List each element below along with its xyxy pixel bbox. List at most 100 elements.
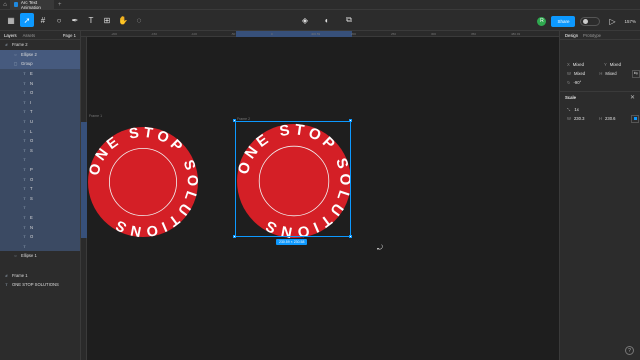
boolean-icon[interactable]: ⧉ [342,13,356,27]
component-icon[interactable]: ◈ [298,13,312,27]
move-tool-icon[interactable]: ➚ [20,13,34,27]
layer-row[interactable] [0,261,80,271]
rotation-field[interactable]: ↻ -90° [567,80,600,85]
pen-tool-icon[interactable]: ✒ [68,13,82,27]
layer-label: S [30,147,33,153]
share-button[interactable]: Share [551,15,576,27]
toolbar: ▦ ➚ # ○ ✒ T ⊞ ✋ ◌ ◈ ◐ ⧉ R Share ▷ 157% [0,10,640,31]
tab-prototype[interactable]: Prototype [583,33,601,38]
x-field[interactable]: X Mixed [567,62,600,67]
layer-label: T [30,186,33,192]
layer-row[interactable]: TE [0,68,80,79]
file-tab-title: Arc Text Animation [20,0,41,10]
layer-row[interactable]: # Frame 2 [0,40,80,50]
scale-w-field[interactable]: W 230.3 [567,116,595,121]
home-icon[interactable]: ⌂ [0,0,10,10]
layer-label: ONE STOP SOLUTIONS [12,282,59,288]
page-selector[interactable]: Page 1 [63,33,76,38]
layer-row[interactable]: ○ Ellipse 2 [0,49,80,60]
layer-label: T [30,109,33,115]
layer-row[interactable]: TL [0,126,80,136]
present-icon[interactable]: ▷ [605,14,619,28]
text-layer-icon: T [23,205,26,211]
badge-frame-1[interactable]: ONE STOP SOLUTIONS [87,126,199,238]
layers-panel: Layers Assets Page 1 # Frame 2 ○ Ellipse 2 ▢… [0,31,81,360]
text-layer-icon: T [23,234,26,240]
ruler-tick-label: 300 [431,32,437,36]
group-layer-icon: ▢ [13,61,18,67]
layer-row[interactable]: TO [0,87,80,98]
layer-row[interactable]: TT [0,107,80,117]
layer-label: Frame 2 [12,42,28,48]
y-field[interactable]: Y Mixed [604,62,637,67]
selection-box[interactable] [235,121,351,237]
tab-layers[interactable]: Layers [4,33,17,38]
canvas[interactable]: -200 -150 -100 -50 0 400.59 200 250 300 350 480.93… [81,31,559,360]
file-tab[interactable]: Arc Text Animation [10,0,54,10]
mask-icon[interactable]: ◐ [320,13,334,27]
layer-row[interactable]: T [0,155,80,165]
ruler-tick-label: 350 [471,32,477,36]
new-tab-icon[interactable]: + [58,2,62,8]
layer-label: N [30,224,34,230]
text-tool-icon[interactable]: T [84,13,98,27]
layer-label: Ellipse 1 [21,253,37,259]
h-field[interactable]: H Mixed [599,71,627,76]
dev-mode-toggle[interactable] [580,16,601,26]
tab-assets[interactable]: Assets [23,33,36,38]
text-layer-icon: T [23,224,26,230]
frame-layer-icon: # [5,272,8,278]
layer-row[interactable]: TU [0,116,80,127]
zoom-level[interactable]: 157% [624,19,636,24]
main-menu-icon[interactable]: ▦ [4,13,18,27]
resize-handle-tl[interactable] [233,119,236,122]
layer-row[interactable]: T ONE STOP SOLUTIONS [0,280,80,290]
badge-inner-circle[interactable] [109,148,177,216]
layer-row[interactable]: TP [0,164,80,175]
ruler-selection-range [236,31,352,37]
layer-row[interactable]: TO [0,231,80,242]
avatar[interactable]: R [537,16,547,26]
layer-row[interactable]: TO [0,135,80,146]
layer-row[interactable]: TN [0,78,80,88]
w-field[interactable]: W Mixed [567,71,595,76]
layer-row[interactable]: T [0,241,80,252]
shape-tool-icon[interactable]: ○ [52,13,66,27]
ruler-tick-label: 0 [271,32,273,36]
help-icon[interactable]: ? [625,346,634,355]
tab-design[interactable]: Design [565,33,578,38]
resize-handle-br[interactable] [349,235,352,238]
layer-row[interactable]: T [0,203,80,213]
w-value: Mixed [573,71,586,76]
scale-anchor-icon[interactable] [631,114,639,123]
scale-factor[interactable]: 1x [574,107,578,112]
layer-row[interactable]: TT [0,183,80,194]
h-value: Mixed [605,71,617,76]
layer-row[interactable]: TO [0,174,80,184]
layer-row[interactable]: ▢ Group [0,59,80,69]
text-layer-icon: T [23,195,26,201]
layer-row[interactable]: TI [0,97,80,108]
layer-row[interactable]: TE [0,212,80,223]
comment-tool-icon[interactable]: ◌ [132,13,146,27]
layer-row[interactable]: TS [0,145,80,156]
layer-label: Frame 1 [12,272,28,278]
resize-handle-tr[interactable] [349,119,352,122]
frame-tool-icon[interactable]: # [36,13,50,27]
hand-tool-icon[interactable]: ✋ [116,13,130,27]
layer-row[interactable]: TN [0,222,80,232]
layer-label: Ellipse 2 [21,51,37,57]
close-icon[interactable]: ✕ [630,94,635,101]
scale-title: Scale [565,94,576,100]
frame-1-label[interactable]: Frame 1 [89,114,102,118]
ellipse-layer-icon: ○ [14,253,17,259]
scale-icon: ⤡ [567,107,571,112]
resize-handle-bl[interactable] [233,235,236,238]
layer-row[interactable]: # Frame 1 [0,270,80,280]
layer-row[interactable]: TS [0,193,80,204]
resources-icon[interactable]: ⊞ [100,13,114,27]
scale-h-field[interactable]: H 230.6 [599,116,627,121]
layer-label: S [30,195,33,201]
layer-row[interactable]: ○ Ellipse 1 [0,251,80,261]
constrain-proportions-icon[interactable]: ⇆ [631,69,640,78]
